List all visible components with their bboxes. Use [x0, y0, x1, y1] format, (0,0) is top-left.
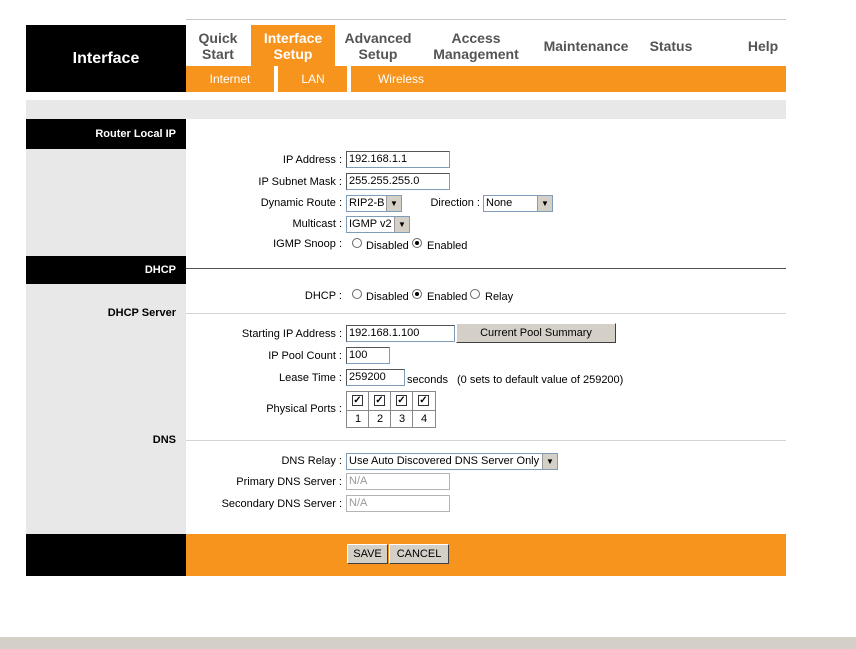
port-3-checkbox[interactable]: ✓ [396, 395, 407, 406]
dhcp-label: DHCP : [304, 290, 342, 302]
section-dns: DNS [152, 434, 176, 446]
multicast-value: IGMP v2 [349, 218, 392, 230]
spacer-bar [26, 100, 786, 119]
dhcp-enabled-label: Enabled [427, 291, 468, 303]
primary-dns-label: Primary DNS Server : [236, 476, 342, 488]
multicast-label: Multicast : [292, 218, 342, 230]
lease-time-label: Lease Time : [279, 372, 342, 384]
section-dhcp-server: DHCP Server [107, 307, 176, 319]
dynamic-route-label: Dynamic Route : [260, 197, 342, 209]
msi-logo [48, 0, 198, 10]
subnav-lan[interactable]: LAN [278, 66, 348, 92]
dns-relay-value: Use Auto Discovered DNS Server Only [349, 455, 540, 467]
top-divider [186, 19, 786, 20]
dhcp-enabled-radio[interactable] [412, 289, 422, 299]
port-1-label: 1 [355, 413, 362, 425]
port-cell: ✓ 2 [369, 392, 391, 427]
chevron-down-icon: ▼ [386, 196, 401, 211]
cancel-button[interactable]: CANCEL [389, 544, 449, 564]
primary-dns-input[interactable]: N/A [346, 473, 450, 490]
physical-ports-table: ✓ 1 ✓ 2 ✓ 3 ✓ 4 [346, 391, 436, 428]
chevron-down-icon: ▼ [394, 217, 409, 232]
subnet-mask-input[interactable]: 255.255.255.0 [346, 173, 450, 190]
dns-relay-label: DNS Relay : [281, 455, 342, 467]
dns-divider [186, 440, 786, 441]
port-4-checkbox[interactable]: ✓ [418, 395, 429, 406]
dynamic-route-select[interactable]: RIP2-B ▼ [346, 195, 402, 212]
footer-left [26, 534, 186, 576]
igmp-snoop-label: IGMP Snoop : [273, 238, 342, 250]
lease-time-unit: seconds [407, 374, 448, 386]
direction-select[interactable]: None ▼ [483, 195, 553, 212]
physical-ports-label: Physical Ports : [266, 403, 342, 415]
igmp-enabled-label: Enabled [427, 240, 468, 252]
direction-label: Direction : [430, 197, 480, 209]
dhcp-relay-radio[interactable] [470, 289, 480, 299]
igmp-enabled-radio[interactable] [412, 238, 422, 248]
port-cell: ✓ 3 [391, 392, 413, 427]
subnav-wireless[interactable]: Wireless [351, 66, 451, 92]
menu-maintenance[interactable]: Maintenance [536, 25, 636, 66]
port-cell: ✓ 1 [347, 392, 369, 427]
save-button[interactable]: SAVE [347, 544, 388, 564]
port-3-label: 3 [399, 413, 406, 425]
port-1-checkbox[interactable]: ✓ [352, 395, 363, 406]
dynamic-route-value: RIP2-B [349, 197, 385, 209]
direction-value: None [486, 197, 513, 209]
section-dhcp: DHCP [26, 256, 186, 284]
dhcp-relay-label: Relay [485, 291, 514, 303]
menu-interface-setup[interactable]: Interface Setup [251, 25, 335, 66]
menu-quick-start[interactable]: Quick Start [186, 25, 250, 66]
chevron-down-icon: ▼ [542, 454, 557, 469]
igmp-disabled-label: Disabled [366, 240, 409, 252]
secondary-dns-input[interactable]: N/A [346, 495, 450, 512]
chevron-down-icon: ▼ [537, 196, 552, 211]
secondary-dns-label: Secondary DNS Server : [221, 498, 342, 510]
dhcp-disabled-radio[interactable] [352, 289, 362, 299]
port-2-label: 2 [377, 413, 384, 425]
start-ip-label: Starting IP Address : [241, 328, 342, 340]
left-panel [26, 119, 186, 534]
menu-status[interactable]: Status [640, 25, 702, 66]
section-title: Interface [26, 25, 186, 92]
lease-time-note: (0 sets to default value of 259200) [457, 374, 624, 386]
lease-time-input[interactable]: 259200 [346, 369, 405, 386]
menu-advanced-setup[interactable]: Advanced Setup [336, 25, 420, 66]
dns-relay-select[interactable]: Use Auto Discovered DNS Server Only ▼ [346, 453, 558, 470]
pool-count-label: IP Pool Count : [268, 350, 342, 362]
multicast-select[interactable]: IGMP v2 ▼ [346, 216, 410, 233]
ip-address-label: IP Address : [282, 154, 342, 166]
ip-address-input[interactable]: 192.168.1.1 [346, 151, 450, 168]
start-ip-input[interactable]: 192.168.1.100 [346, 325, 455, 342]
subnet-mask-label: IP Subnet Mask : [258, 176, 342, 188]
port-cell: ✓ 4 [413, 392, 435, 427]
window-bottom-bar [0, 636, 856, 649]
igmp-disabled-radio[interactable] [352, 238, 362, 248]
port-4-label: 4 [421, 413, 428, 425]
subnav-internet[interactable]: Internet [186, 66, 274, 92]
menu-access-management[interactable]: Access Management [421, 25, 531, 66]
dhcp-server-divider [186, 313, 786, 314]
section-router-local-ip: Router Local IP [26, 119, 186, 149]
port-2-checkbox[interactable]: ✓ [374, 395, 385, 406]
menu-help[interactable]: Help [738, 25, 788, 66]
dhcp-disabled-label: Disabled [366, 291, 409, 303]
current-pool-summary-button[interactable]: Current Pool Summary [456, 323, 616, 343]
pool-count-input[interactable]: 100 [346, 347, 390, 364]
dhcp-divider [186, 268, 786, 269]
footer-bar [186, 534, 786, 576]
